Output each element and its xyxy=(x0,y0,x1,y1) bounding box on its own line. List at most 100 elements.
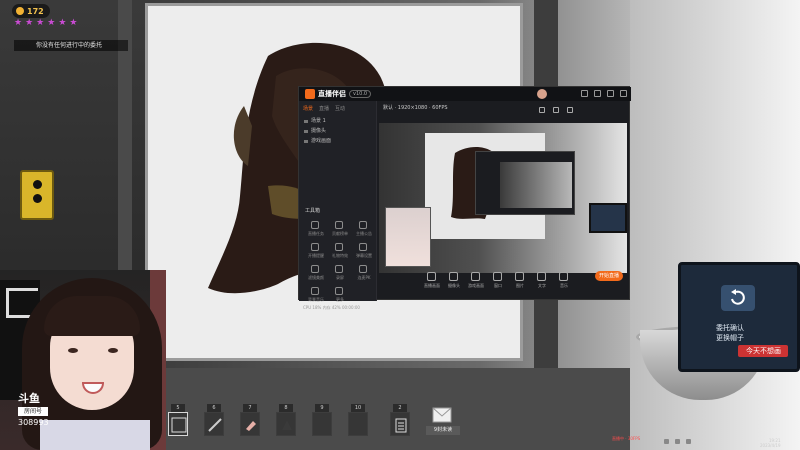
star-icon: ★ xyxy=(36,18,45,28)
tool-item[interactable]: 更多 xyxy=(329,285,349,305)
hotbar-slot[interactable] xyxy=(348,412,368,436)
tool-item[interactable]: 直播任务 xyxy=(305,219,325,239)
star-icon: ★ xyxy=(14,18,23,28)
eraser-icon xyxy=(246,421,256,431)
tool-item[interactable]: 礼物特效 xyxy=(329,241,349,261)
app-titlebar[interactable]: 直播伴侣 v10.0 xyxy=(299,87,631,101)
slot-key: 9 xyxy=(315,404,329,412)
streaming-app-window[interactable]: 直播伴侣 v10.0 场景 直播 互动 场景 1 摄像头 游戏画面 工具箱 直播… xyxy=(298,86,631,310)
rotate-icon xyxy=(731,289,745,305)
streamer-eye xyxy=(68,348,78,353)
slot-key: 5 xyxy=(171,404,185,412)
stage-title: 默认 · 1920×1080 · 60FPS xyxy=(383,105,448,111)
source-button[interactable]: 窗口 xyxy=(489,271,507,293)
sidebar-tabs: 场景 直播 互动 xyxy=(303,105,345,112)
tool-item[interactable]: 主播公告 xyxy=(353,219,373,239)
minimize-icon[interactable] xyxy=(594,90,601,97)
scene-item[interactable]: 场景 1 xyxy=(303,117,373,126)
room-number: 308993 xyxy=(18,418,49,427)
brush-icon xyxy=(171,417,187,433)
app-status-text: CPU 18% 内存 42% 00:00:00 xyxy=(303,305,360,310)
star-icon: ★ xyxy=(47,18,56,28)
stream-status: 直播中 · 30FPS xyxy=(612,436,641,441)
clipboard-icon xyxy=(395,418,407,433)
tool-item[interactable]: 开播提醒 xyxy=(305,241,325,261)
star-icon: ★ xyxy=(69,18,78,28)
tab-scenes[interactable]: 场景 xyxy=(303,105,313,112)
room-label: 房间号 xyxy=(18,407,48,416)
star-icon: ★ xyxy=(25,18,34,28)
unread-mail-label[interactable]: 9封未读 xyxy=(426,426,460,435)
scene-item[interactable]: 摄像头 xyxy=(303,127,373,136)
pen-icon xyxy=(208,418,222,432)
hotbar-slot[interactable] xyxy=(390,412,410,436)
source-button[interactable]: 文字 xyxy=(533,271,551,293)
source-button[interactable]: 音乐 xyxy=(555,271,573,293)
app-sidebar: 场景 直播 互动 场景 1 摄像头 游戏画面 工具箱 直播任务 贡献榜单 主播公… xyxy=(299,101,377,310)
preview-monitor xyxy=(589,203,627,233)
slot-key: 8 xyxy=(279,404,293,412)
streamer-bangs xyxy=(44,296,140,336)
tool-item[interactable]: 连麦PK xyxy=(353,263,373,283)
item-hotbar: 5 6 7 8 9 10 2 9封未读 xyxy=(166,404,466,444)
app-logo-icon xyxy=(305,89,315,99)
monitor-line2: 更换帽子 xyxy=(716,334,744,342)
volume-icon[interactable] xyxy=(675,439,680,444)
source-button[interactable]: 直播画面 xyxy=(423,271,441,293)
hotbar-slot[interactable] xyxy=(204,412,224,436)
slot-key: 10 xyxy=(351,404,365,412)
layout-icon[interactable] xyxy=(553,107,559,113)
preview-webcam xyxy=(385,207,431,267)
rotate-button[interactable] xyxy=(721,285,755,311)
platform-logo: 斗鱼 xyxy=(18,392,40,405)
tool-item[interactable]: 背景音乐 xyxy=(305,285,325,305)
wall-switch-box xyxy=(20,170,54,220)
scene-item[interactable]: 游戏画面 xyxy=(303,137,373,146)
commission-hint: 你没有任何进行中的委托 xyxy=(14,40,128,51)
tool-item[interactable]: 录屏 xyxy=(329,263,349,283)
tool-item[interactable]: 贡献榜单 xyxy=(329,219,349,239)
settings-icon[interactable] xyxy=(539,107,545,113)
hotbar-slot[interactable] xyxy=(276,412,296,436)
palette-icon xyxy=(282,420,292,430)
tray-icons xyxy=(664,439,691,444)
streamer-shirt xyxy=(40,420,150,450)
source-button[interactable]: 游戏画面 xyxy=(467,271,485,293)
slot-key: 7 xyxy=(243,404,257,412)
fullscreen-icon[interactable] xyxy=(567,107,573,113)
slot-key: 6 xyxy=(207,404,221,412)
streamer-eye xyxy=(108,348,118,353)
menu-icon[interactable] xyxy=(581,90,588,97)
coin-counter: 172 xyxy=(12,4,50,18)
app-version: v10.0 xyxy=(349,90,372,98)
start-live-button[interactable]: 开始直播 xyxy=(595,271,623,281)
user-avatar[interactable] xyxy=(537,89,547,99)
mail-icon[interactable] xyxy=(432,406,452,424)
tab-live[interactable]: 直播 xyxy=(319,105,329,112)
stream-preview[interactable] xyxy=(379,123,627,273)
source-button[interactable]: 图片 xyxy=(511,271,529,293)
battery-icon[interactable] xyxy=(686,439,691,444)
clock-date: 2023/4/19 xyxy=(760,443,781,448)
maximize-icon[interactable] xyxy=(607,90,614,97)
monitor-tag: 今天不想画 xyxy=(738,345,788,357)
tool-item[interactable]: 弹幕设置 xyxy=(353,241,373,261)
coin-value: 172 xyxy=(27,6,44,16)
window-controls xyxy=(581,90,627,97)
tool-item[interactable]: 滤镜美颜 xyxy=(305,263,325,283)
network-icon[interactable] xyxy=(664,439,669,444)
close-icon[interactable] xyxy=(620,90,627,97)
stage-toolbar xyxy=(539,107,573,113)
hotbar-slot[interactable] xyxy=(312,412,332,436)
hotbar-slot[interactable] xyxy=(240,412,260,436)
source-button[interactable]: 摄像头 xyxy=(445,271,463,293)
hotbar-slot[interactable] xyxy=(168,412,188,436)
monitor-line1: 委托确认 xyxy=(716,324,744,332)
tab-interact[interactable]: 互动 xyxy=(335,105,345,112)
coin-icon xyxy=(16,7,24,15)
recursive-app-window xyxy=(475,151,575,215)
system-clock: 19:21 2023/4/19 xyxy=(760,438,781,448)
app-name: 直播伴侣 xyxy=(318,90,346,98)
rating-stars: ★ ★ ★ ★ ★ ★ xyxy=(14,18,77,28)
slot-key: 2 xyxy=(393,404,407,412)
